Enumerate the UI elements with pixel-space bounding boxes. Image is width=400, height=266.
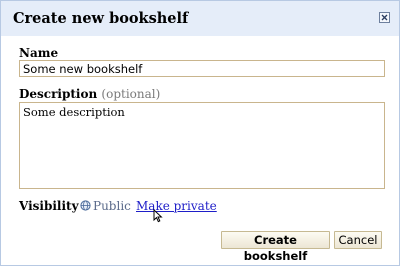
close-icon[interactable] xyxy=(379,12,390,23)
create-bookshelf-dialog: Create new bookshelf Name Description (o… xyxy=(0,0,400,266)
create-bookshelf-button[interactable]: Create bookshelf xyxy=(221,231,330,263)
bookshelf-name-input[interactable] xyxy=(19,60,385,77)
description-label-text: Description xyxy=(19,87,98,101)
visibility-label: Visibility xyxy=(19,199,79,213)
name-label: Name xyxy=(19,46,58,60)
bookshelf-description-input[interactable]: Some description xyxy=(19,102,385,189)
dialog-title: Create new bookshelf xyxy=(13,10,189,27)
globe-icon xyxy=(80,200,91,211)
make-private-link[interactable]: Make private xyxy=(136,199,217,213)
dialog-titlebar: Create new bookshelf xyxy=(1,1,399,36)
textarea-grip xyxy=(19,151,23,173)
optional-hint: (optional) xyxy=(101,87,161,101)
name-label-text: Name xyxy=(19,46,59,60)
description-label: Description (optional) xyxy=(19,87,160,101)
mouse-pointer-icon xyxy=(153,209,163,223)
visibility-status: Public xyxy=(93,199,131,213)
cancel-button[interactable]: Cancel xyxy=(334,231,382,249)
